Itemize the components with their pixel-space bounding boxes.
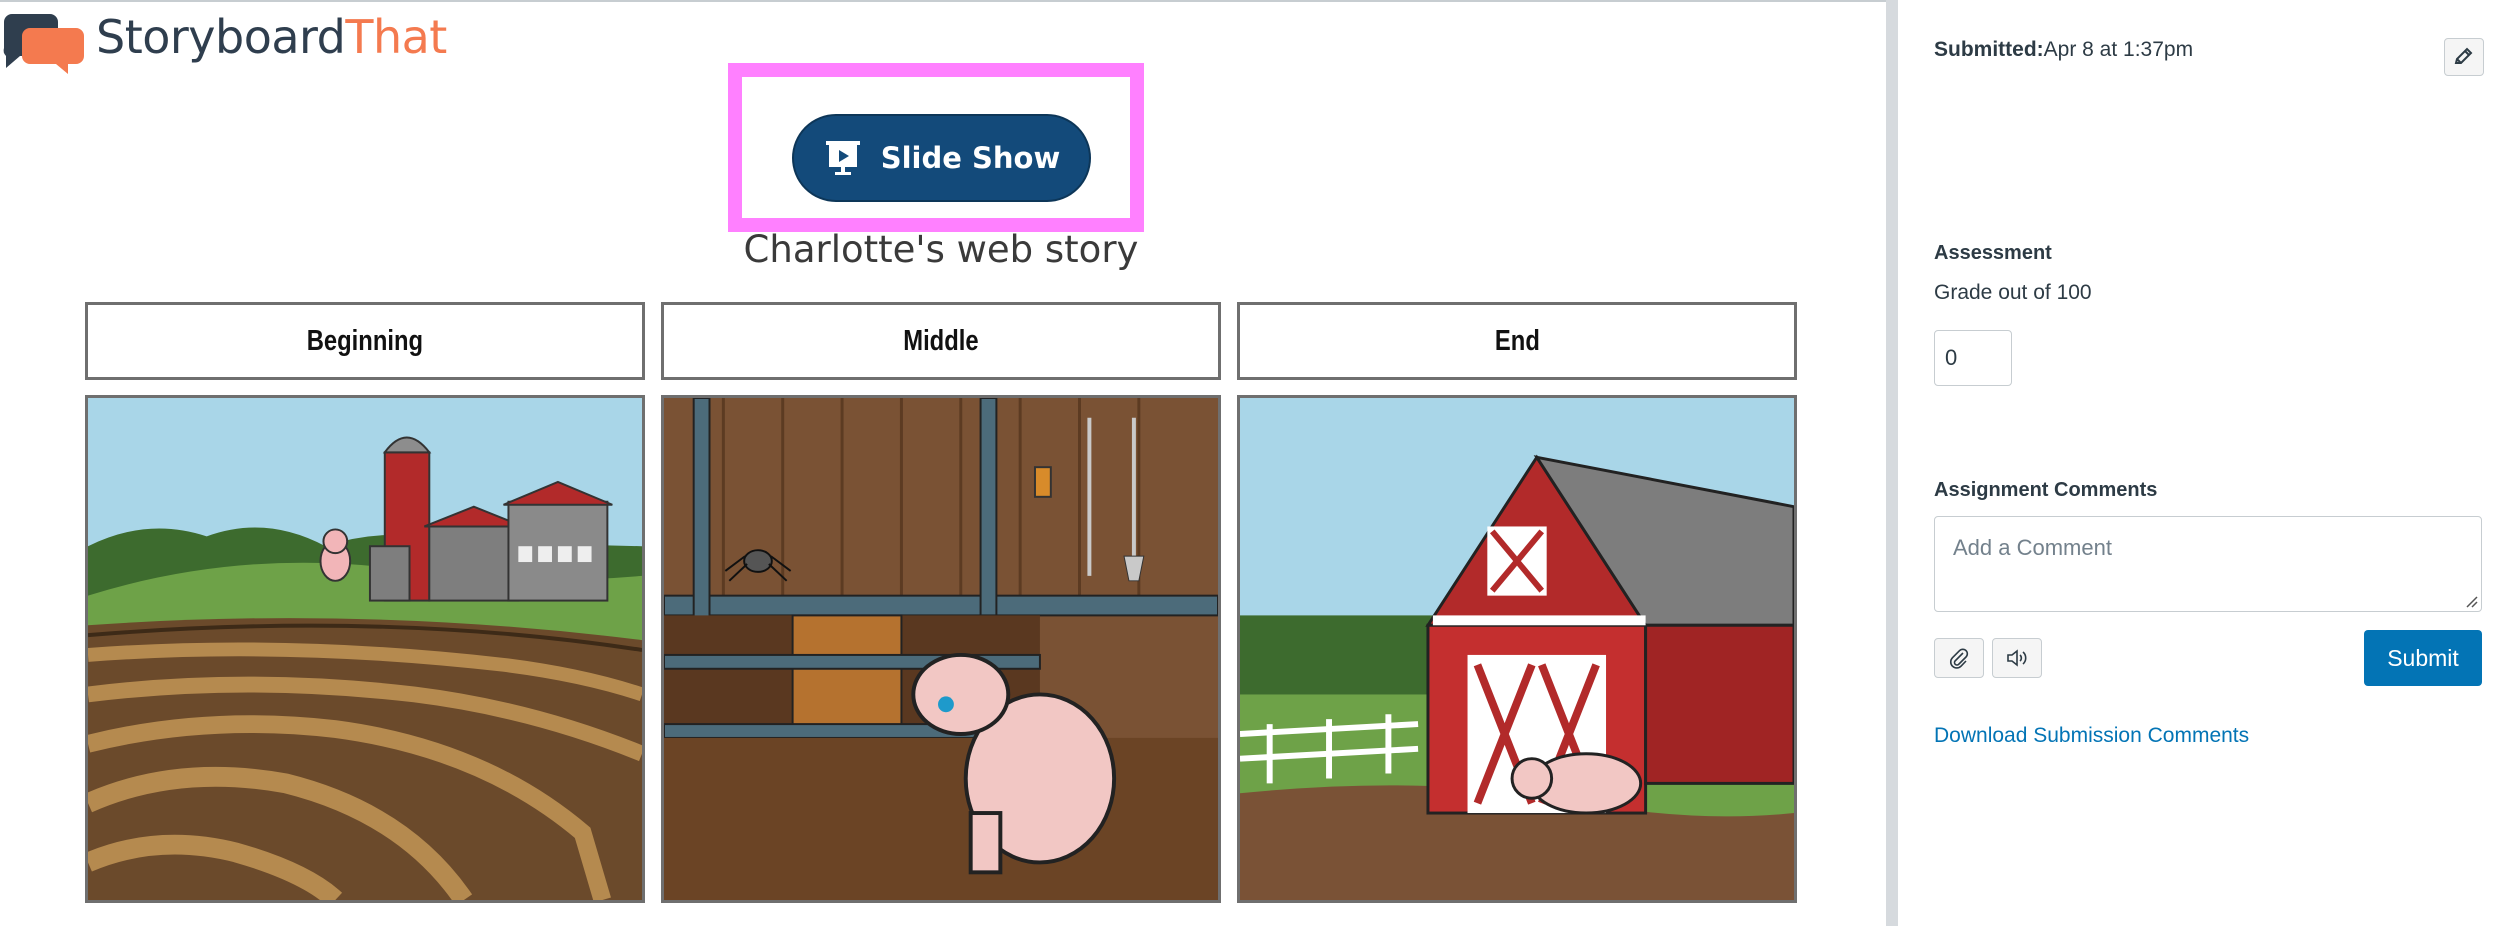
speaker-icon [2007,649,2027,667]
storyboard-panel: StoryboardThat Slide Show Charlotte's we… [0,0,1886,926]
panel-divider[interactable] [1886,0,1898,926]
logo-text-storyboard: Storyboard [96,10,346,64]
grading-sidebar: Submitted:Apr 8 at 1:37pm Assessment Gra… [1898,0,2502,926]
pencil-icon [2454,47,2473,64]
story-title: Charlotte's web story [743,228,1139,271]
paperclip-icon [1950,648,1969,669]
logo-wordmark: StoryboardThat [96,10,447,64]
comment-textarea[interactable] [1934,516,2482,612]
scene-end-image [1237,395,1797,903]
grade-input[interactable] [1934,330,2012,386]
media-comment-button[interactable] [1992,638,2042,678]
scene-beginning-image [85,395,645,903]
attach-file-button[interactable] [1934,638,1984,678]
assignment-comments-heading: Assignment Comments [1934,479,2158,501]
edit-button[interactable] [2444,38,2484,76]
submitted-label: Submitted: [1934,38,2044,61]
column-header-beginning: Beginning [85,302,645,380]
column-header-label: End [1494,324,1540,357]
speech-bubbles-icon [3,14,84,74]
assessment-heading: Assessment [1934,242,2052,264]
logo-text-that: That [345,10,447,64]
resize-handle-icon[interactable] [2464,594,2478,608]
column-header-middle: Middle [661,302,1221,380]
submitted-date: Apr 8 at 1:37pm [2043,38,2194,61]
download-submission-comments-link[interactable]: Download Submission Comments [1934,724,2249,748]
presentation-play-icon [825,141,860,175]
slideshow-button[interactable]: Slide Show [792,114,1091,202]
scene-middle-image [661,395,1221,903]
column-header-end: End [1237,302,1797,380]
slideshow-label: Slide Show [880,141,1061,175]
column-header-label: Middle [903,324,979,357]
column-header-label: Beginning [306,324,424,357]
submit-button[interactable]: Submit [2364,630,2482,686]
submission-info: Submitted:Apr 8 at 1:37pm [1934,38,2193,62]
grade-label: Grade out of 100 [1934,281,2092,304]
